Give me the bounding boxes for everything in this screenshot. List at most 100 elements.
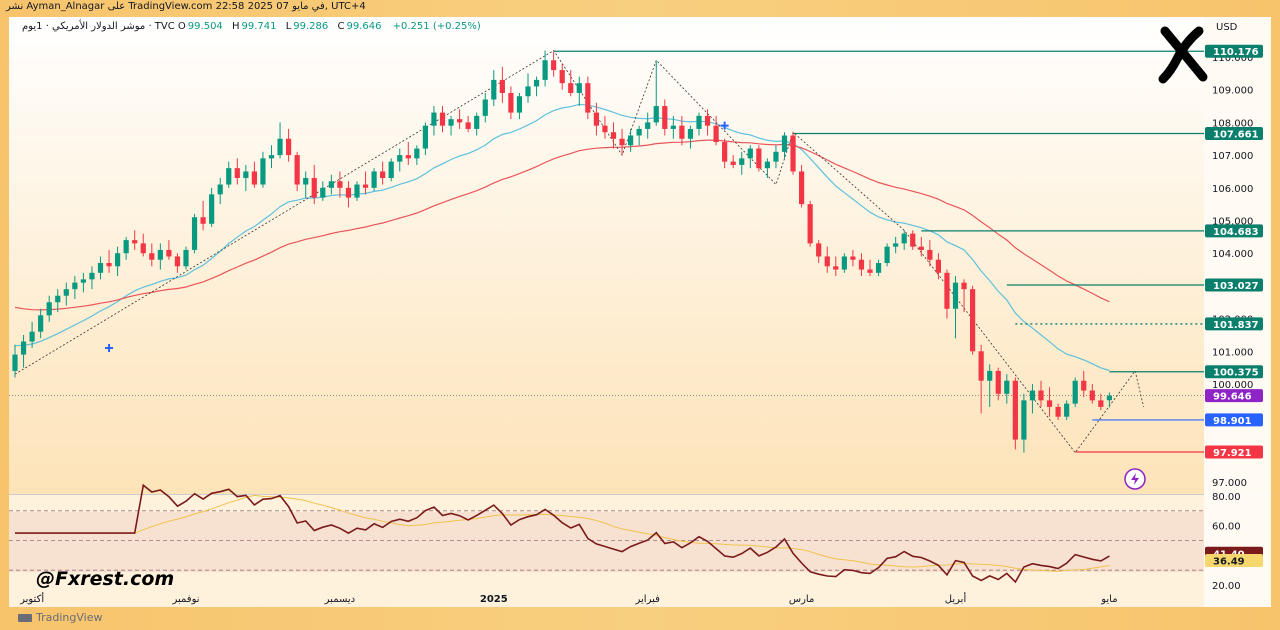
candle-body — [747, 148, 753, 159]
candle-body — [448, 119, 454, 126]
candle-body — [610, 132, 617, 139]
candle-body — [1004, 380, 1010, 394]
candle-body — [362, 184, 369, 188]
candle-body — [858, 259, 865, 270]
level-tag-label: 98.901 — [1213, 416, 1252, 427]
candle-body — [174, 256, 181, 267]
candle-body — [935, 259, 941, 273]
candle-body — [781, 135, 788, 152]
candle-body — [499, 79, 505, 93]
candle-body — [824, 256, 830, 267]
candle-body — [867, 269, 873, 273]
candle-body — [397, 155, 403, 162]
open-label: O — [177, 21, 186, 32]
candle-body — [268, 155, 275, 159]
high-label: H — [231, 21, 240, 32]
candle-body — [422, 125, 428, 149]
candle-body — [439, 112, 446, 126]
candle-body — [20, 341, 27, 355]
candle-body — [303, 177, 309, 185]
candle-body — [243, 171, 249, 178]
candle-body — [46, 302, 52, 316]
candle-body — [961, 282, 967, 290]
candle-body — [414, 148, 420, 159]
candle-body — [97, 263, 104, 273]
candle-body — [294, 155, 300, 185]
candle-body — [987, 370, 993, 381]
candle-body — [1038, 390, 1044, 401]
candle-body — [277, 138, 283, 156]
candle-body — [63, 289, 69, 296]
candle-body — [533, 79, 540, 87]
candle-body — [354, 184, 360, 198]
chart-svg[interactable]: 110.000109.000108.000107.000106.000105.0… — [9, 17, 1271, 607]
candle-body — [739, 158, 745, 165]
candle-body — [841, 256, 847, 270]
candle-body — [670, 125, 676, 129]
candle-body — [431, 112, 437, 126]
candle-body — [1064, 403, 1070, 417]
tradingview-footer[interactable]: TradingView — [18, 611, 102, 624]
candle-body — [1021, 400, 1027, 440]
x-axis-label: فبراير — [634, 594, 660, 605]
candle-body — [371, 171, 377, 188]
change-value: +0.251 (+0.25%) — [392, 21, 481, 32]
candle-body — [388, 161, 394, 178]
rsi-axis-label: 20.00 — [1212, 581, 1241, 592]
candle-body — [465, 122, 471, 129]
candle-body — [816, 243, 822, 257]
candle-body — [927, 249, 933, 260]
rsi-ma-label: 36.49 — [1213, 557, 1245, 568]
candle-body — [157, 249, 163, 260]
candle-body — [687, 128, 694, 139]
candle-body — [628, 135, 634, 146]
candle-body — [80, 279, 86, 283]
x-axis-label: مايو — [1100, 594, 1117, 605]
candle-body — [251, 171, 257, 185]
candle-body — [29, 331, 35, 342]
candle-body — [38, 315, 44, 332]
candle-body — [380, 171, 386, 178]
watermark-text: @Fxrest.com — [36, 568, 175, 590]
close-label: C — [337, 21, 345, 32]
candle-body — [542, 60, 548, 80]
candle-body — [106, 263, 112, 267]
candle-body — [226, 168, 232, 185]
level-tag-label: 104.683 — [1213, 227, 1259, 238]
candle-body — [345, 187, 352, 198]
close-value: 99.646 — [346, 21, 382, 32]
candle-body — [55, 295, 61, 303]
tradingview-label: TradingView — [36, 611, 103, 624]
chart-area[interactable]: 110.000 109.000 108.000 107.000 106.000 105.0… — [9, 17, 1271, 607]
x-axis-label: أبريل — [945, 592, 967, 605]
price-axis-label: 101.000 — [1212, 347, 1253, 358]
high-value: 99.741 — [241, 21, 277, 32]
candle-body — [311, 177, 317, 198]
candle-body — [72, 282, 78, 290]
candle-body — [337, 181, 343, 188]
candle-body — [764, 161, 770, 169]
candle-body — [918, 246, 924, 250]
candle-body — [593, 112, 599, 126]
price-axis-label: 109.000 — [1212, 86, 1253, 97]
candle-body — [773, 151, 779, 162]
candle-body — [474, 115, 480, 129]
level-tag-label: 110.176 — [1213, 47, 1259, 58]
x-axis-label: أكتوبر — [19, 592, 44, 605]
candle-body — [602, 125, 608, 133]
candle-body — [653, 106, 659, 123]
candle-body — [978, 351, 984, 381]
candle-body — [508, 92, 514, 113]
low-label: L — [285, 21, 292, 32]
price-axis-label: 97.000 — [1212, 478, 1247, 489]
candle-body — [559, 70, 565, 84]
candle-body — [1106, 395, 1112, 401]
candle-body — [115, 253, 121, 267]
candle-body — [568, 83, 574, 93]
rsi-axis-label: 80.00 — [1212, 492, 1241, 503]
candle-body — [722, 142, 728, 162]
candle-body — [910, 233, 916, 247]
x-axis-label: 2025 — [480, 594, 508, 605]
candle-body — [234, 168, 240, 178]
candle-body — [944, 272, 950, 309]
